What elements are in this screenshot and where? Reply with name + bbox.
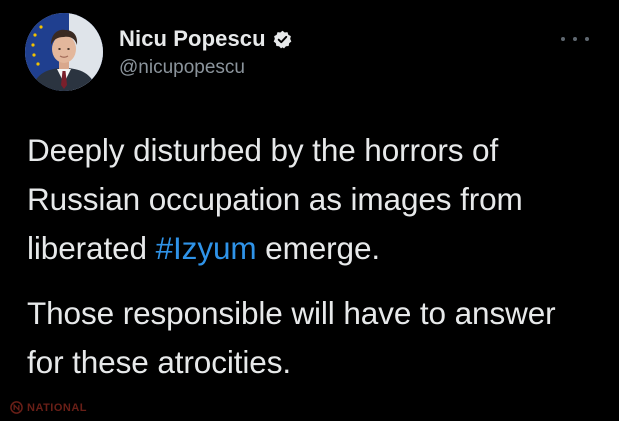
tweet-text: Deeply disturbed by the horrors of Russi… (27, 126, 597, 387)
profile-photo (25, 13, 103, 91)
watermark: NATIONAL (10, 401, 87, 414)
more-options-icon[interactable] (561, 34, 589, 44)
tweet-card: Nicu Popescu @nicupopescu Deeply disturb… (0, 0, 619, 421)
author-avatar[interactable] (25, 13, 103, 91)
more-dot (561, 37, 565, 41)
tweet-paragraph-1: Deeply disturbed by the horrors of Russi… (27, 126, 597, 273)
author-name-row: Nicu Popescu (119, 26, 292, 52)
verified-badge-icon (273, 30, 292, 49)
author-handle[interactable]: @nicupopescu (119, 57, 245, 79)
watermark-text: NATIONAL (27, 401, 88, 414)
more-dot (573, 37, 577, 41)
more-dot (585, 37, 589, 41)
tweet-paragraph-2: Those responsible will have to answer fo… (27, 295, 556, 380)
tweet-text-segment: emerge. (256, 230, 381, 266)
author-display-name[interactable]: Nicu Popescu (119, 26, 266, 52)
national-logo-icon (10, 401, 23, 414)
hashtag-link[interactable]: #Izyum (156, 230, 257, 266)
